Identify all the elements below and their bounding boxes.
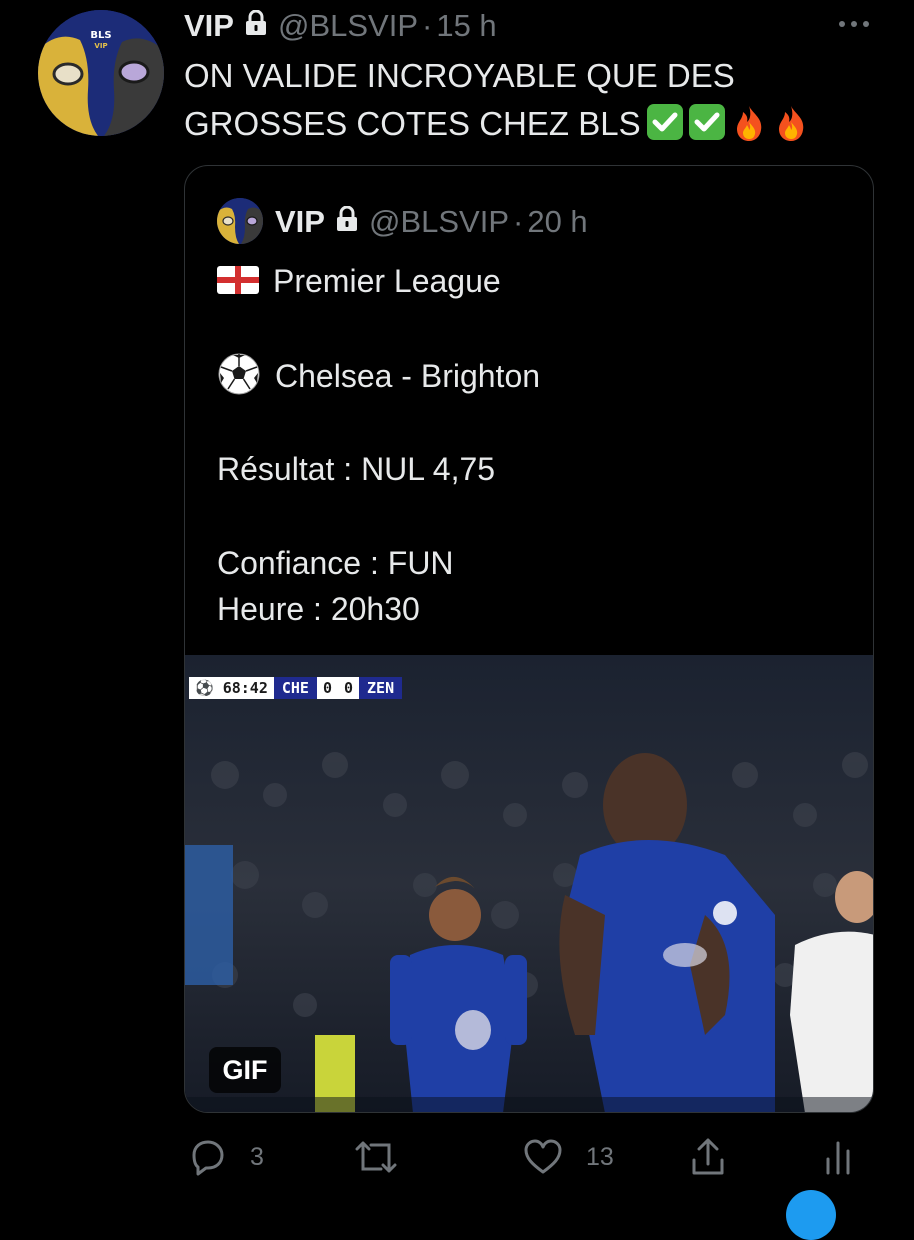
author-handle[interactable]: @BLSVIP bbox=[278, 8, 418, 44]
quoted-author-handle: @BLSVIP bbox=[368, 204, 509, 239]
quoted-tweet-text: Premier League Chelsea - Brighton Résult… bbox=[217, 258, 857, 632]
home-score: 0 bbox=[316, 677, 338, 699]
match-clock-text: 68:42 bbox=[222, 679, 268, 697]
league-text: Premier League bbox=[273, 263, 501, 299]
author-avatar[interactable]: BLS VIP bbox=[38, 10, 164, 136]
away-score: 0 bbox=[338, 677, 360, 699]
analytics-icon bbox=[820, 1137, 856, 1177]
share-icon bbox=[688, 1136, 728, 1178]
fire-emoji-icon bbox=[731, 104, 767, 142]
tweet-text-line-2-words: GROSSES COTES CHEZ BLS bbox=[184, 105, 641, 142]
like-count: 13 bbox=[586, 1142, 614, 1171]
lock-icon bbox=[244, 8, 268, 44]
avatar-logo-text: BLS bbox=[90, 30, 111, 41]
match-text: Chelsea - Brighton bbox=[275, 358, 541, 394]
tweet-text-line-2: GROSSES COTES CHEZ BLS bbox=[184, 100, 884, 148]
more-options-icon[interactable] bbox=[834, 12, 874, 36]
lock-icon bbox=[335, 204, 359, 240]
time-line: Heure : 20h30 bbox=[217, 591, 420, 627]
quoted-author-avatar bbox=[217, 198, 263, 244]
match-clock: ⚽ 68:42 bbox=[189, 677, 274, 699]
quoted-tweet-timestamp: 20 h bbox=[527, 204, 588, 239]
quoted-author-name: VIP bbox=[275, 204, 325, 239]
champions-league-icon: ⚽ bbox=[195, 679, 223, 697]
tweet-action-bar: 3 13 bbox=[184, 1132, 874, 1182]
author-name[interactable]: VIP bbox=[184, 8, 234, 44]
result-line: Résultat : NUL 4,75 bbox=[217, 451, 496, 487]
heart-icon bbox=[522, 1137, 564, 1177]
tweet-timestamp[interactable]: 15 h bbox=[436, 8, 496, 44]
tweet-text-line-1: ON VALIDE INCROYABLE QUE DES bbox=[184, 57, 735, 94]
away-team: ZEN bbox=[359, 677, 403, 699]
soccer-ball-icon bbox=[217, 352, 261, 396]
england-flag-icon bbox=[217, 266, 259, 294]
reply-button[interactable]: 3 bbox=[188, 1132, 264, 1182]
league-line: Premier League bbox=[217, 258, 857, 304]
gif-badge: GIF bbox=[209, 1047, 281, 1093]
confidence-line: Confiance : FUN bbox=[217, 545, 454, 581]
reply-count: 3 bbox=[250, 1142, 264, 1171]
gif-frame-image bbox=[185, 655, 873, 1112]
gif-media[interactable]: ⚽ 68:42 CHE 0 0 ZEN GIF bbox=[185, 655, 873, 1112]
tweet-text: ON VALIDE INCROYABLE QUE DES GROSSES COT… bbox=[184, 52, 884, 148]
retweet-button[interactable] bbox=[354, 1132, 420, 1182]
tweet-header: VIP @BLSVIP · 15 h bbox=[184, 6, 497, 46]
check-mark-emoji-icon bbox=[646, 104, 683, 140]
match-scorebug: ⚽ 68:42 CHE 0 0 ZEN bbox=[189, 677, 403, 699]
quoted-tweet-card[interactable]: VIP @BLSVIP · 20 h Premier League Chelse… bbox=[184, 165, 874, 1113]
match-line: Chelsea - Brighton bbox=[217, 352, 857, 398]
like-button[interactable]: 13 bbox=[522, 1132, 614, 1182]
retweet-icon bbox=[354, 1137, 398, 1177]
quoted-tweet-header: VIP @BLSVIP · 20 h bbox=[275, 202, 588, 242]
share-button[interactable] bbox=[688, 1132, 728, 1182]
compose-tweet-button[interactable] bbox=[786, 1190, 836, 1240]
svg-text:VIP: VIP bbox=[94, 42, 107, 50]
fire-emoji-icon bbox=[773, 104, 809, 142]
separator-dot: · bbox=[513, 204, 524, 239]
separator-dot: · bbox=[422, 8, 433, 43]
analytics-button[interactable] bbox=[820, 1132, 856, 1182]
check-mark-emoji-icon bbox=[688, 104, 725, 140]
reply-icon bbox=[188, 1137, 228, 1177]
home-team: CHE bbox=[273, 677, 317, 699]
